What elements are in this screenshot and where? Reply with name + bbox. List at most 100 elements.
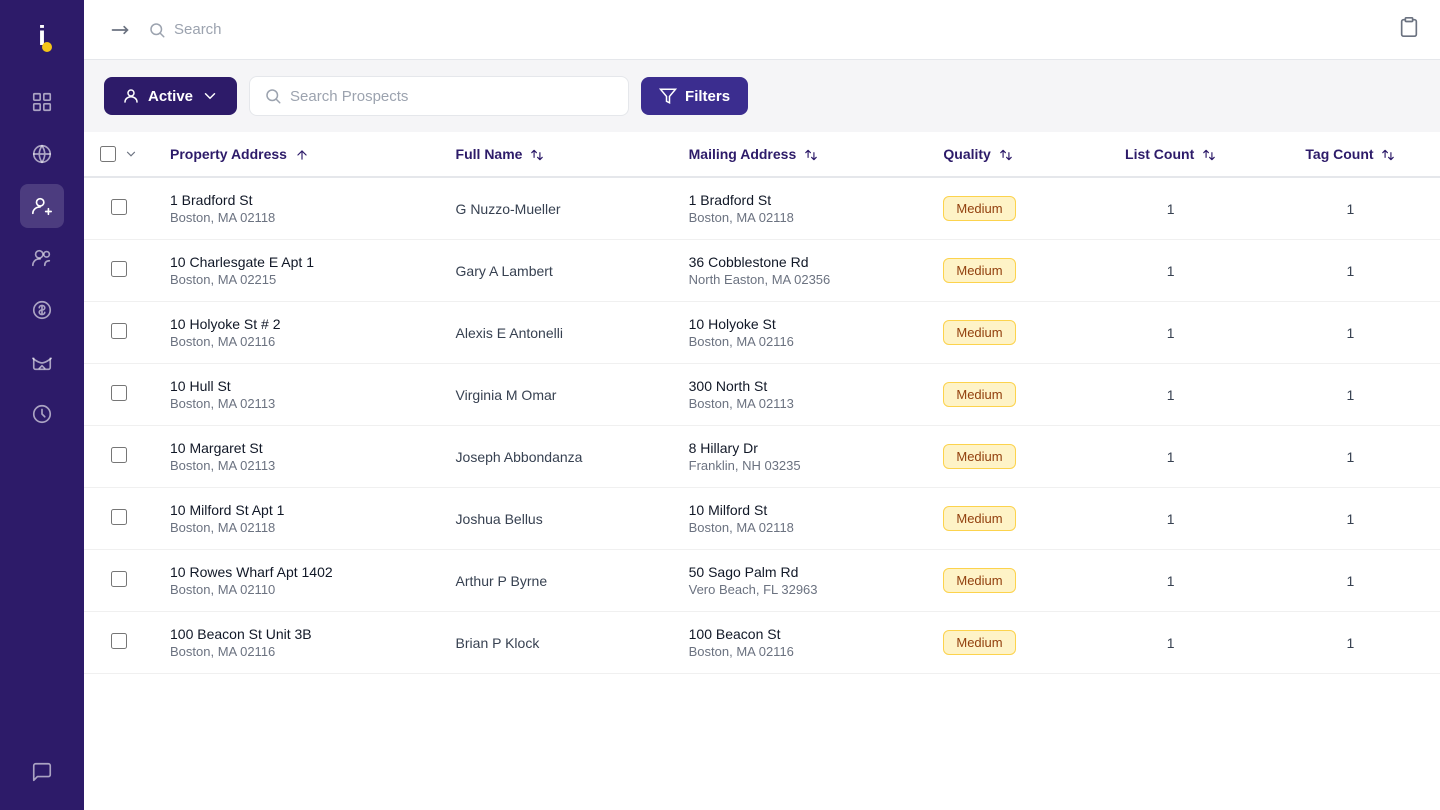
tag-count-cell-4: 1 [1261, 426, 1440, 488]
property-address-cell-4: 10 Margaret St Boston, MA 02113 [154, 426, 440, 488]
search-prospects-input[interactable]: Search Prospects [249, 76, 629, 116]
sidebar-item-prospects[interactable] [20, 184, 64, 228]
topbar-clipboard[interactable] [1398, 16, 1420, 43]
sidebar-item-finance[interactable] [20, 288, 64, 332]
quality-cell-7: Medium [927, 612, 1080, 674]
mailing-address-line2-1: North Easton, MA 02356 [689, 272, 912, 287]
col-property-address[interactable]: Property Address [154, 132, 440, 177]
row-checkbox-cell [84, 302, 154, 364]
mailing-address-cell-0: 1 Bradford St Boston, MA 02118 [673, 177, 928, 240]
prospects-table: Property Address Full Name Mailing Addre… [84, 132, 1440, 674]
row-checkbox-0[interactable] [111, 199, 127, 215]
col-mailing-address[interactable]: Mailing Address [673, 132, 928, 177]
row-checkbox-cell [84, 240, 154, 302]
mailing-address-line2-6: Vero Beach, FL 32963 [689, 582, 912, 597]
table-row: 1 Bradford St Boston, MA 02118 G Nuzzo-M… [84, 177, 1440, 240]
row-checkbox-4[interactable] [111, 447, 127, 463]
mailing-address-line2-2: Boston, MA 02116 [689, 334, 912, 349]
property-address-line1-7: 100 Beacon St Unit 3B [170, 626, 424, 642]
property-address-line1-4: 10 Margaret St [170, 440, 424, 456]
property-address-line2-1: Boston, MA 02215 [170, 272, 424, 287]
col-list-count[interactable]: List Count [1080, 132, 1261, 177]
col-tag-count[interactable]: Tag Count [1261, 132, 1440, 177]
row-checkbox-2[interactable] [111, 323, 127, 339]
active-button[interactable]: Active [104, 77, 237, 115]
row-checkbox-7[interactable] [111, 633, 127, 649]
col-quality[interactable]: Quality [927, 132, 1080, 177]
topbar-search[interactable]: Search [148, 21, 1386, 39]
mailing-address-cell-5: 10 Milford St Boston, MA 02118 [673, 488, 928, 550]
sidebar-item-contacts[interactable] [20, 236, 64, 280]
property-address-line1-3: 10 Hull St [170, 378, 424, 394]
quality-cell-0: Medium [927, 177, 1080, 240]
col-full-name[interactable]: Full Name [440, 132, 673, 177]
person-icon [122, 87, 140, 105]
row-checkbox-5[interactable] [111, 509, 127, 525]
sort-both-icon-2 [804, 148, 818, 162]
property-address-cell-3: 10 Hull St Boston, MA 02113 [154, 364, 440, 426]
table-row: 10 Milford St Apt 1 Boston, MA 02118 Jos… [84, 488, 1440, 550]
property-address-cell-6: 10 Rowes Wharf Apt 1402 Boston, MA 02110 [154, 550, 440, 612]
mailing-address-line1-5: 10 Milford St [689, 502, 912, 518]
sidebar-item-globe[interactable] [20, 132, 64, 176]
full-name-cell-6: Arthur P Byrne [440, 550, 673, 612]
mailing-address-line1-3: 300 North St [689, 378, 912, 394]
property-address-line2-3: Boston, MA 02113 [170, 396, 424, 411]
list-count-cell-3: 1 [1080, 364, 1261, 426]
tag-count-cell-3: 1 [1261, 364, 1440, 426]
property-address-cell-7: 100 Beacon St Unit 3B Boston, MA 02116 [154, 612, 440, 674]
select-all-checkbox[interactable] [100, 146, 116, 162]
search-icon [148, 21, 166, 39]
property-address-line2-0: Boston, MA 02118 [170, 210, 424, 225]
quality-badge-7: Medium [943, 630, 1015, 655]
row-checkbox-3[interactable] [111, 385, 127, 401]
sort-both-icon-4 [1202, 148, 1216, 162]
row-checkbox-cell [84, 550, 154, 612]
quality-cell-3: Medium [927, 364, 1080, 426]
tag-count-cell-1: 1 [1261, 240, 1440, 302]
full-name-cell-4: Joseph Abbondanza [440, 426, 673, 488]
filter-icon [659, 87, 677, 105]
chevron-down-icon [201, 87, 219, 105]
search-prospects-icon [264, 87, 282, 105]
tag-count-cell-7: 1 [1261, 612, 1440, 674]
sidebar-item-chat[interactable] [20, 750, 64, 794]
list-count-cell-6: 1 [1080, 550, 1261, 612]
row-checkbox-1[interactable] [111, 261, 127, 277]
property-address-cell-1: 10 Charlesgate E Apt 1 Boston, MA 02215 [154, 240, 440, 302]
table-row: 10 Margaret St Boston, MA 02113 Joseph A… [84, 426, 1440, 488]
mailing-address-cell-6: 50 Sago Palm Rd Vero Beach, FL 32963 [673, 550, 928, 612]
row-checkbox-6[interactable] [111, 571, 127, 587]
sidebar-item-history[interactable] [20, 392, 64, 436]
filters-button[interactable]: Filters [641, 77, 748, 115]
filters-label: Filters [685, 88, 730, 105]
row-checkbox-cell [84, 364, 154, 426]
tag-count-cell-5: 1 [1261, 488, 1440, 550]
full-name-cell-5: Joshua Bellus [440, 488, 673, 550]
quality-badge-0: Medium [943, 196, 1015, 221]
mailing-address-line2-5: Boston, MA 02118 [689, 520, 912, 535]
topbar-search-label: Search [174, 21, 222, 38]
header-chevron-icon[interactable] [124, 147, 138, 161]
full-name-cell-3: Virginia M Omar [440, 364, 673, 426]
sort-both-icon-3 [999, 148, 1013, 162]
mailing-address-line2-0: Boston, MA 02118 [689, 210, 912, 225]
logo-dot [42, 42, 52, 52]
property-address-line1-5: 10 Milford St Apt 1 [170, 502, 424, 518]
full-name-cell-1: Gary A Lambert [440, 240, 673, 302]
sort-asc-icon [295, 148, 309, 162]
active-label: Active [148, 88, 193, 105]
collapse-button[interactable] [104, 14, 136, 46]
list-count-cell-0: 1 [1080, 177, 1261, 240]
property-address-line2-4: Boston, MA 02113 [170, 458, 424, 473]
sidebar-item-dashboard[interactable] [20, 80, 64, 124]
property-address-cell-5: 10 Milford St Apt 1 Boston, MA 02118 [154, 488, 440, 550]
mailing-address-cell-4: 8 Hillary Dr Franklin, NH 03235 [673, 426, 928, 488]
table-row: 10 Charlesgate E Apt 1 Boston, MA 02215 … [84, 240, 1440, 302]
quality-badge-4: Medium [943, 444, 1015, 469]
prospects-table-container: Property Address Full Name Mailing Addre… [84, 132, 1440, 810]
mailing-address-cell-1: 36 Cobblestone Rd North Easton, MA 02356 [673, 240, 928, 302]
sidebar-item-campaigns[interactable] [20, 340, 64, 384]
property-address-line1-1: 10 Charlesgate E Apt 1 [170, 254, 424, 270]
topbar: Search [84, 0, 1440, 60]
